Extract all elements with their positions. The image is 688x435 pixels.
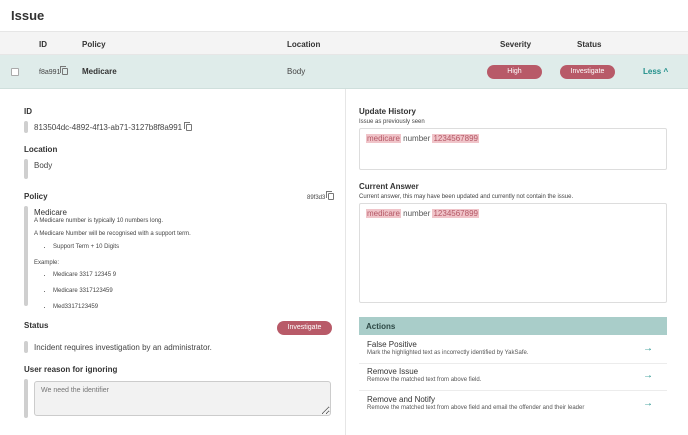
highlight: 1234567899 xyxy=(432,209,479,218)
status-value: Incident requires investigation by an ad… xyxy=(34,343,212,352)
row-location: Body xyxy=(287,67,306,76)
table-header: ID Policy Location Severity Status xyxy=(0,31,688,55)
page-title: Issue xyxy=(11,8,45,23)
current-label: Current Answer xyxy=(359,182,419,191)
action-desc: Mark the highlighted text as incorrectly… xyxy=(367,350,529,356)
header-id: ID xyxy=(39,40,47,49)
current-text-mid: number xyxy=(400,209,433,218)
history-label: Update History xyxy=(359,107,416,116)
policy-label: Policy xyxy=(24,192,48,201)
policy-name: Medicare xyxy=(34,208,67,217)
row-id: f8a991 xyxy=(39,66,69,76)
row-policy: Medicare xyxy=(82,67,117,76)
status-badge: Investigate xyxy=(277,321,332,335)
history-sublabel: Issue as previously seen xyxy=(359,119,425,125)
id-label: ID xyxy=(24,107,32,116)
row-checkbox[interactable] xyxy=(11,68,19,76)
less-toggle[interactable]: Less ^ xyxy=(643,67,668,76)
action-desc: Remove the matched text from above field… xyxy=(367,377,482,383)
ignore-reason-input[interactable] xyxy=(34,381,331,416)
example-label: Example: xyxy=(34,260,60,266)
ignore-bar xyxy=(24,379,28,418)
list-item: Support Term + 10 Digits xyxy=(53,244,314,250)
location-bar xyxy=(24,159,28,179)
action-title: Remove Issue xyxy=(367,367,419,376)
copy-icon[interactable] xyxy=(60,66,69,75)
history-text-mid: number xyxy=(400,134,433,143)
false-positive-action[interactable]: False Positive Mark the highlighted text… xyxy=(359,337,667,364)
ignore-label: User reason for ignoring xyxy=(24,365,118,374)
actions-header: Actions xyxy=(359,317,667,335)
action-title: Remove and Notify xyxy=(367,395,436,404)
current-sublabel: Current answer, this may have been updat… xyxy=(359,194,574,200)
highlight: 1234567899 xyxy=(432,134,479,143)
id-value-text: 813504dc-4892-4f13-ab71-3127b8f8a991 xyxy=(34,123,183,132)
policy-bar xyxy=(24,206,28,306)
severity-badge: High xyxy=(487,65,542,79)
arrow-right-icon[interactable]: → xyxy=(643,398,653,409)
row-id-text: f8a991 xyxy=(39,69,61,76)
history-text: medicare number 1234567899 xyxy=(359,128,667,170)
status-badge: Investigate xyxy=(560,65,615,79)
status-bar xyxy=(24,341,28,353)
copy-icon[interactable] xyxy=(326,191,335,200)
current-text[interactable]: medicare number 1234567899 xyxy=(359,203,667,303)
header-policy: Policy xyxy=(82,40,106,49)
policy-examples-list: Medicare 3317 12345 9 Medicare 331712345… xyxy=(53,272,314,310)
panel-divider xyxy=(345,89,346,435)
policy-description: Medicare A Medicare number is typically … xyxy=(34,208,314,320)
id-bar xyxy=(24,121,28,133)
table-row[interactable]: f8a991 Medicare Body High Investigate Le… xyxy=(0,55,688,89)
policy-desc-1: A Medicare number is typically 10 number… xyxy=(34,218,164,224)
list-item: Medicare 3317123459 xyxy=(53,288,314,294)
list-item: Medicare 3317 12345 9 xyxy=(53,272,314,278)
id-value: 813504dc-4892-4f13-ab71-3127b8f8a991 xyxy=(34,122,193,132)
status-label: Status xyxy=(24,321,49,330)
location-value: Body xyxy=(34,161,53,170)
header-status: Status xyxy=(577,40,602,49)
remove-issue-action[interactable]: Remove Issue Remove the matched text fro… xyxy=(359,364,667,391)
action-title: False Positive xyxy=(367,340,417,349)
highlight: medicare xyxy=(366,209,401,218)
highlight: medicare xyxy=(366,134,401,143)
copy-icon[interactable] xyxy=(184,122,193,131)
remove-and-notify-action[interactable]: Remove and Notify Remove the matched tex… xyxy=(359,392,667,419)
arrow-right-icon[interactable]: → xyxy=(643,370,653,381)
header-severity: Severity xyxy=(500,40,532,49)
policy-code: 89f3d3 xyxy=(307,191,335,201)
policy-terms-list: Support Term + 10 Digits xyxy=(53,244,314,250)
list-item: Med3317123459 xyxy=(53,304,314,310)
policy-code-text: 89f3d3 xyxy=(307,195,326,201)
location-label: Location xyxy=(24,145,58,154)
less-label: Less xyxy=(643,67,662,76)
header-location: Location xyxy=(287,40,321,49)
chevron-up-icon: ^ xyxy=(663,67,669,76)
arrow-right-icon[interactable]: → xyxy=(643,343,653,354)
action-desc: Remove the matched text from above field… xyxy=(367,405,585,411)
policy-desc-2: A Medicare Number will be recognised wit… xyxy=(34,231,191,237)
